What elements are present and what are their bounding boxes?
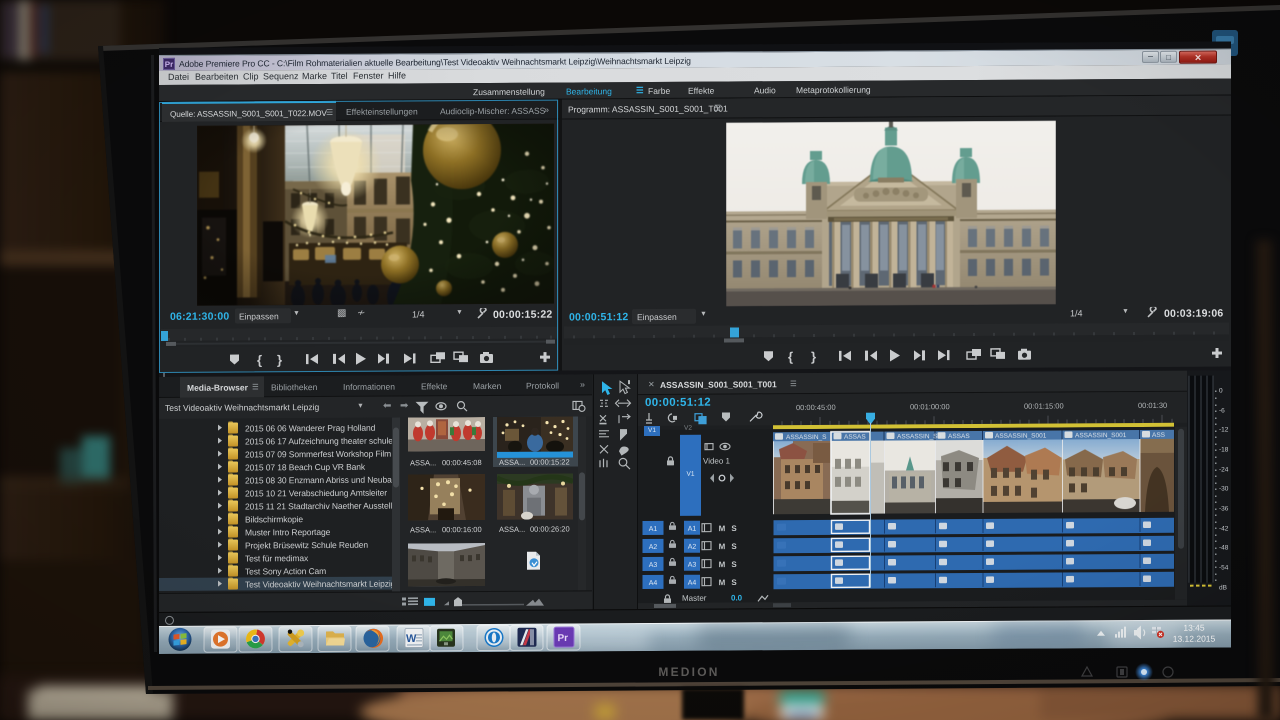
svg-text:M: M (719, 578, 726, 587)
svg-text:-18: -18 (1219, 446, 1229, 453)
svg-text:-6: -6 (1219, 407, 1225, 414)
svg-text:}: } (277, 352, 282, 367)
svg-text:A1: A1 (649, 526, 658, 533)
svg-text:13:45: 13:45 (1183, 623, 1205, 633)
svg-text:ASSASSIN_S: ASSASSIN_S (786, 434, 827, 441)
svg-text:ASSASSIN_S001: ASSASSIN_S001 (1075, 432, 1127, 439)
svg-text:-30: -30 (1219, 485, 1229, 492)
svg-text:A3: A3 (649, 562, 658, 569)
svg-text:S: S (731, 560, 737, 569)
svg-text:A2: A2 (649, 544, 658, 551)
svg-text:A4: A4 (649, 580, 658, 587)
svg-text:-54: -54 (1219, 564, 1229, 571)
svg-text:A1: A1 (688, 526, 697, 533)
svg-text:-36: -36 (1219, 505, 1229, 512)
svg-text:A3: A3 (688, 562, 697, 569)
svg-text:13.12.2015: 13.12.2015 (1173, 634, 1216, 644)
svg-text:S: S (731, 542, 737, 551)
svg-text:}: } (811, 349, 816, 364)
svg-text:W: W (406, 633, 417, 645)
svg-text:MEDION: MEDION (658, 665, 719, 679)
svg-text:-42: -42 (1219, 525, 1229, 532)
svg-text:ASS: ASS (1152, 432, 1166, 439)
svg-text:{: { (257, 352, 262, 367)
svg-text:S: S (731, 578, 737, 587)
svg-text:M: M (719, 542, 726, 551)
svg-text:A4: A4 (688, 580, 697, 587)
svg-text:M: M (719, 560, 726, 569)
svg-text:M: M (719, 524, 726, 533)
svg-text:ASSASSIN_S001: ASSASSIN_S001 (995, 433, 1047, 440)
svg-text:ASSASSIN_S0: ASSASSIN_S0 (897, 433, 941, 440)
svg-text:-48: -48 (1219, 544, 1229, 551)
svg-text:dB: dB (1219, 584, 1227, 591)
svg-text:0: 0 (1219, 388, 1223, 395)
svg-text:-24: -24 (1219, 466, 1229, 473)
svg-text:A2: A2 (688, 544, 697, 551)
svg-text:-12: -12 (1219, 426, 1229, 433)
svg-text:ASSAS: ASSAS (948, 433, 970, 440)
svg-text:{: { (788, 349, 793, 364)
svg-text:S: S (731, 524, 737, 533)
svg-text:Pr: Pr (558, 633, 569, 644)
svg-text:ASSAS: ASSAS (844, 434, 866, 441)
